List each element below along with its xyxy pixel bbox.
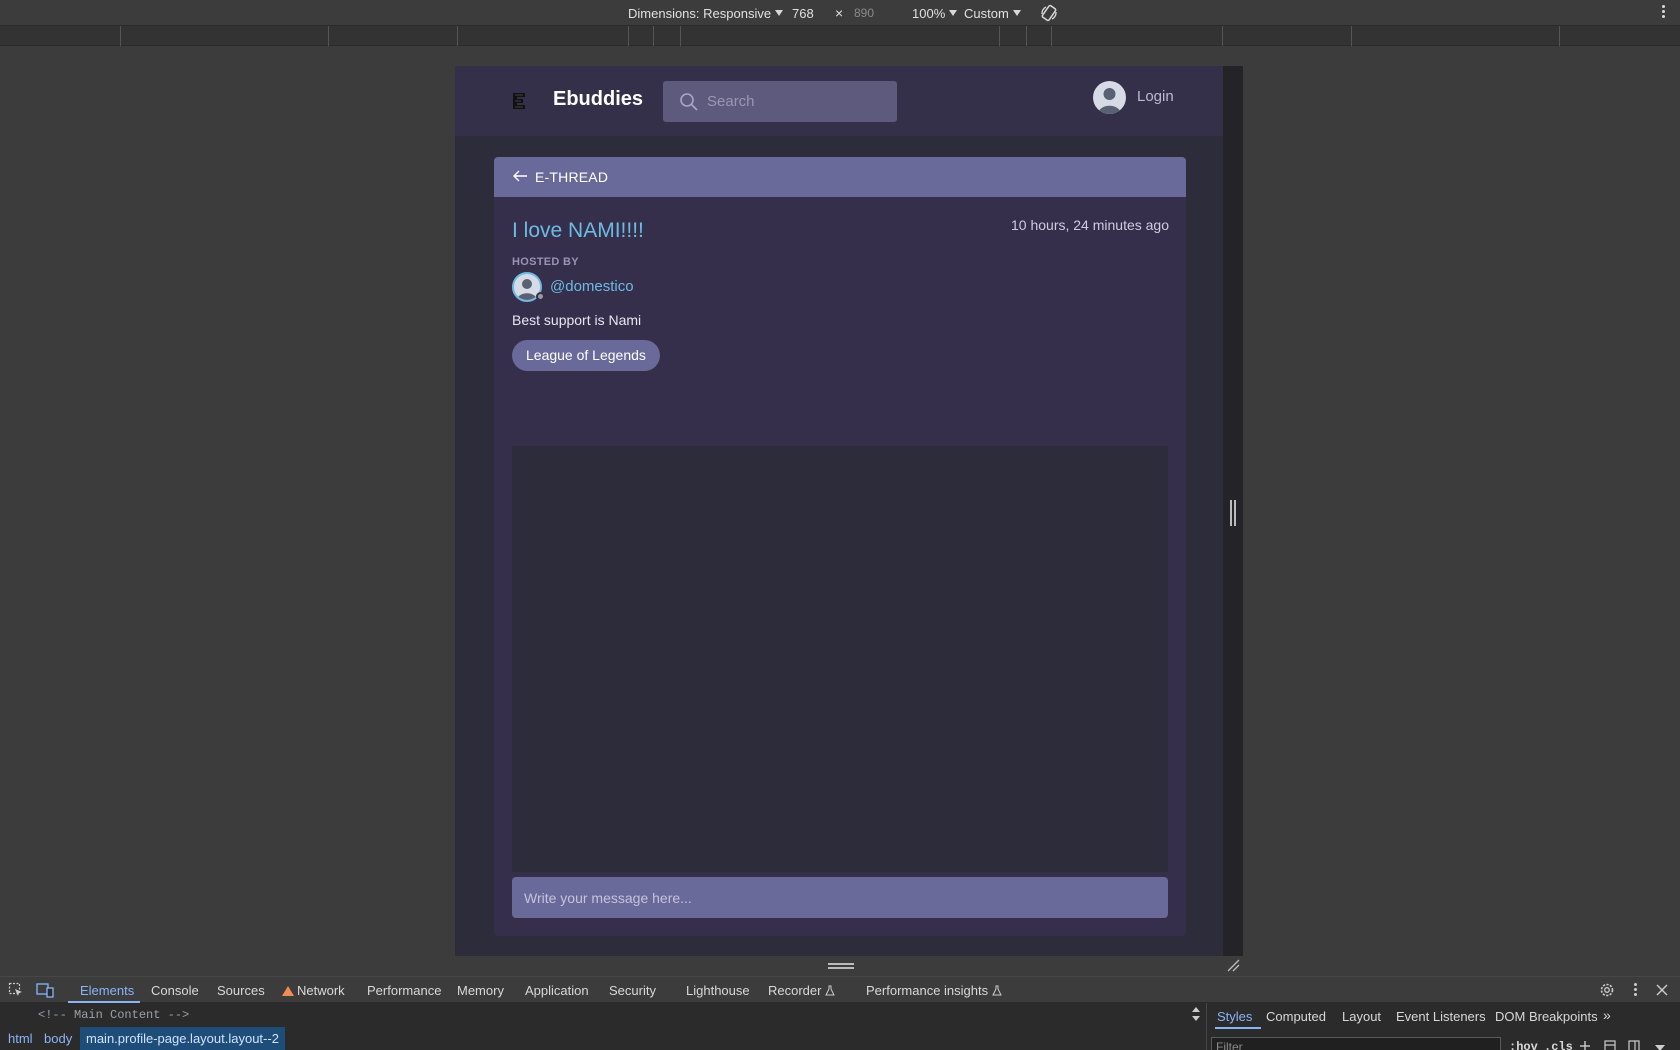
- tab-performance[interactable]: Performance: [367, 983, 441, 998]
- hov-toggle[interactable]: :hov: [1509, 1040, 1538, 1050]
- tab-layout[interactable]: Layout: [1342, 1009, 1381, 1024]
- tab-sources[interactable]: Sources: [217, 983, 265, 998]
- login-link[interactable]: Login: [1137, 88, 1174, 105]
- throttle-label: Custom: [964, 6, 1009, 21]
- device-toolbar: Dimensions: Responsive 768 × 890 100% Cu…: [0, 0, 1680, 26]
- zoom-select[interactable]: 100%: [912, 6, 958, 21]
- scroll-arrows-icon[interactable]: [1191, 1006, 1201, 1022]
- styles-tab-indicator: [1215, 1027, 1261, 1029]
- hosted-by-label: HOSTED BY: [512, 256, 579, 268]
- dimensions-select[interactable]: Dimensions: Responsive: [628, 6, 784, 21]
- styles-filter-input[interactable]: [1211, 1037, 1501, 1050]
- caret-down-icon: [775, 10, 784, 16]
- height-input[interactable]: 890: [854, 6, 874, 20]
- ebuddies-logo-icon[interactable]: [511, 91, 527, 111]
- user-avatar[interactable]: [1093, 81, 1126, 114]
- devtools-menu-icon[interactable]: [1634, 983, 1637, 996]
- resize-corner-icon[interactable]: [1226, 958, 1240, 972]
- messages-area[interactable]: [512, 446, 1168, 872]
- add-rule-icon[interactable]: [1578, 1039, 1592, 1050]
- devtools-tabs: Elements Console Sources Network Perform…: [0, 977, 1680, 1003]
- resize-handle-bottom[interactable]: [828, 963, 854, 969]
- tab-recorder-label: Recorder: [768, 983, 822, 998]
- thread-header: E-THREAD: [494, 157, 1186, 197]
- message-input[interactable]: [512, 877, 1168, 918]
- tab-performance-insights-label: Performance insights: [866, 983, 989, 998]
- element-state-icon[interactable]: [1603, 1039, 1617, 1050]
- tab-memory[interactable]: Memory: [457, 983, 504, 998]
- brand-name[interactable]: Ebuddies: [553, 88, 643, 111]
- close-icon[interactable]: [1656, 984, 1668, 996]
- user-silhouette-icon: [1098, 88, 1121, 114]
- emulated-viewport: Ebuddies Login E-THREAD I love NAMI!!!! …: [455, 66, 1223, 956]
- tab-console[interactable]: Console: [151, 983, 199, 998]
- zoom-label: 100%: [912, 6, 946, 21]
- active-tab-indicator: [68, 1001, 140, 1003]
- devtools-panel: Elements Console Sources Network Perform…: [0, 976, 1680, 1050]
- styles-pane: Styles Computed Layout Event Listeners D…: [1206, 1003, 1680, 1050]
- host-username-link[interactable]: @domestico: [550, 278, 634, 295]
- tab-performance-insights[interactable]: Performance insights: [866, 983, 1002, 998]
- cls-toggle[interactable]: .cls: [1544, 1040, 1573, 1050]
- tab-application[interactable]: Application: [525, 983, 589, 998]
- thread-timestamp: 10 hours, 24 minutes ago: [1011, 217, 1169, 233]
- thread-card: E-THREAD I love NAMI!!!! 10 hours, 24 mi…: [494, 157, 1186, 936]
- breadcrumb-body[interactable]: body: [44, 1031, 72, 1046]
- status-dot: [536, 292, 545, 301]
- tab-security[interactable]: Security: [609, 983, 656, 998]
- tab-network-label: Network: [297, 983, 345, 998]
- tab-computed[interactable]: Computed: [1266, 1009, 1326, 1024]
- caret-down-icon: [1012, 10, 1021, 16]
- breadcrumb-main[interactable]: main.profile-page.layout.layout--2: [80, 1027, 285, 1050]
- media-query-bar: [0, 26, 1680, 46]
- device-toggle-icon[interactable]: [36, 982, 54, 998]
- times-sign: ×: [835, 5, 844, 21]
- tab-recorder[interactable]: Recorder: [768, 983, 836, 998]
- rotate-icon[interactable]: [1040, 4, 1058, 22]
- caret-down-icon[interactable]: [1653, 1041, 1667, 1050]
- experimental-flask-icon: [992, 985, 1002, 996]
- resize-handle-right[interactable]: [1230, 500, 1236, 526]
- throttle-select[interactable]: Custom: [964, 6, 1021, 21]
- tab-network[interactable]: Network: [282, 983, 345, 998]
- more-tabs-icon[interactable]: »: [1603, 1007, 1611, 1023]
- tab-styles[interactable]: Styles: [1217, 1009, 1252, 1024]
- breadcrumb-html[interactable]: html: [8, 1031, 33, 1046]
- thread-title: I love NAMI!!!!: [512, 219, 644, 242]
- dom-comment-line[interactable]: <!-- Main Content -->: [38, 1008, 189, 1022]
- tab-elements[interactable]: Elements: [80, 983, 134, 998]
- thread-header-label: E-THREAD: [535, 169, 609, 185]
- inspect-element-icon[interactable]: [8, 982, 24, 998]
- settings-gear-icon[interactable]: [1599, 982, 1615, 998]
- dimensions-label: Dimensions: Responsive: [628, 6, 772, 21]
- caret-down-icon: [949, 10, 958, 16]
- more-options-icon[interactable]: [1662, 5, 1666, 21]
- search-box[interactable]: [663, 81, 897, 122]
- warning-icon: [282, 986, 294, 996]
- arrow-left-icon[interactable]: [512, 168, 528, 184]
- computed-sidebar-icon[interactable]: [1627, 1039, 1641, 1050]
- search-input[interactable]: [707, 81, 887, 122]
- thread-description: Best support is Nami: [512, 312, 642, 328]
- experimental-flask-icon: [825, 985, 836, 996]
- tab-event-listeners[interactable]: Event Listeners: [1396, 1009, 1486, 1024]
- search-icon: [680, 93, 698, 111]
- site-header: Ebuddies Login: [455, 66, 1223, 136]
- tab-dom-breakpoints[interactable]: DOM Breakpoints: [1495, 1009, 1598, 1024]
- topic-tag[interactable]: League of Legends: [512, 340, 660, 371]
- width-input[interactable]: 768: [792, 6, 814, 21]
- tab-lighthouse[interactable]: Lighthouse: [686, 983, 750, 998]
